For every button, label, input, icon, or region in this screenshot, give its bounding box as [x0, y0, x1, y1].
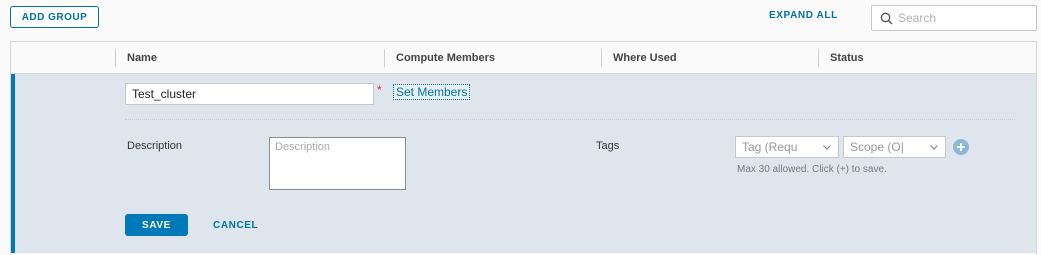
- tag-select-placeholder: Tag (Requ: [742, 140, 798, 154]
- scope-select[interactable]: Scope (O|: [843, 136, 946, 158]
- column-header-status[interactable]: Status: [819, 42, 1035, 74]
- expand-all-button[interactable]: EXPAND ALL: [769, 10, 838, 21]
- description-field[interactable]: [269, 137, 406, 190]
- chevron-down-icon: [823, 145, 831, 150]
- column-header-where-used[interactable]: Where Used: [602, 42, 818, 74]
- add-group-button[interactable]: ADD GROUP: [10, 6, 99, 28]
- search-box: [871, 5, 1037, 31]
- add-circle-icon[interactable]: [953, 139, 969, 155]
- cancel-button[interactable]: CANCEL: [213, 220, 258, 231]
- scope-select-placeholder: Scope (O|: [850, 140, 904, 154]
- group-name-input[interactable]: Test_cluster: [125, 83, 374, 105]
- set-members-link[interactable]: Set Members: [393, 84, 471, 100]
- edit-group-row: Test_cluster * Set Members Description T…: [11, 74, 1036, 253]
- column-header-compute-members[interactable]: Compute Members: [385, 42, 601, 74]
- form-divider: [125, 119, 1015, 120]
- required-marker: *: [377, 83, 382, 97]
- save-button[interactable]: SAVE: [125, 214, 188, 236]
- toolbar: ADD GROUP EXPAND ALL: [0, 0, 1041, 40]
- tags-hint: Max 30 allowed. Click (+) to save.: [737, 164, 887, 175]
- description-label: Description: [127, 140, 183, 152]
- groups-grid: Name Compute Members Where Used Status T…: [10, 41, 1037, 255]
- column-header-name[interactable]: Name: [116, 42, 384, 74]
- tag-select[interactable]: Tag (Requ: [735, 136, 839, 158]
- tags-label: Tags: [596, 140, 620, 152]
- grid-header: Name Compute Members Where Used Status: [11, 42, 1036, 74]
- chevron-down-icon: [930, 145, 938, 150]
- search-icon[interactable]: [876, 8, 896, 28]
- search-input[interactable]: [898, 11, 1028, 25]
